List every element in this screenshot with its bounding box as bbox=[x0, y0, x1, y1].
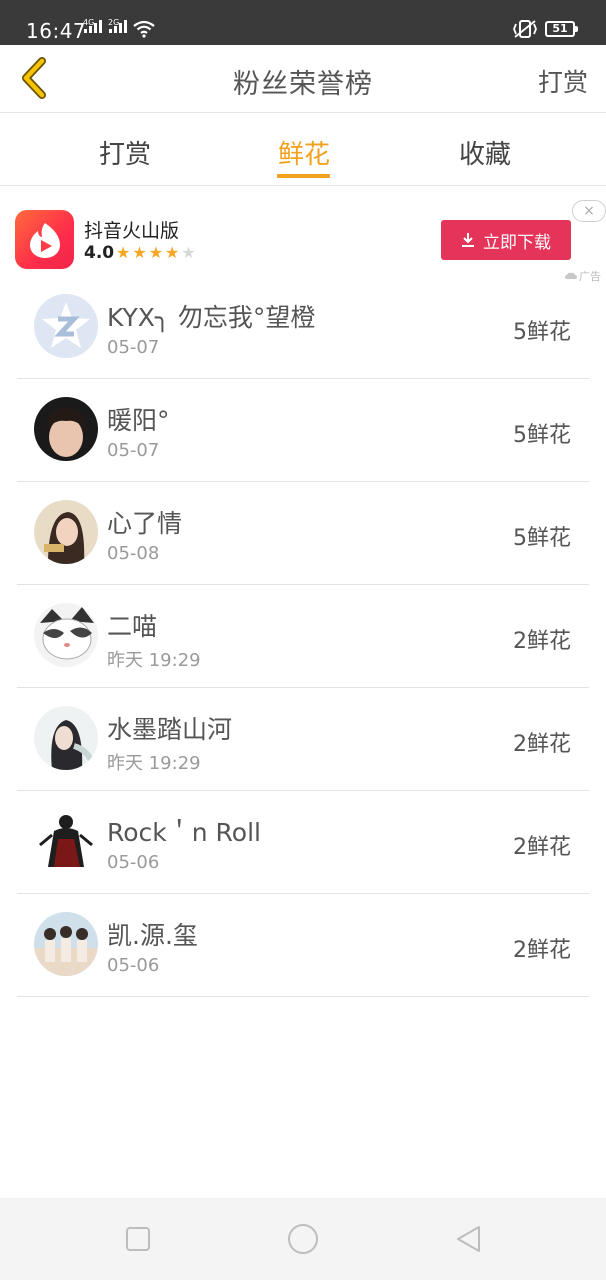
fan-name: 水墨踏山河 bbox=[107, 715, 233, 744]
ad-download-button[interactable]: 立即下载 bbox=[441, 220, 571, 260]
avatar bbox=[34, 809, 98, 873]
star-icon: ★ bbox=[132, 243, 149, 262]
active-tab-indicator bbox=[277, 174, 330, 178]
flower-count: 2鲜花 bbox=[513, 629, 571, 654]
ad-rating: 4.0 bbox=[84, 243, 115, 263]
avatar bbox=[34, 912, 98, 976]
list-item[interactable]: 暖阳° 05-07 5鲜花 bbox=[17, 379, 589, 482]
fan-name: 暖阳° bbox=[107, 406, 170, 435]
flower-count: 2鲜花 bbox=[513, 732, 571, 757]
home-button[interactable] bbox=[286, 1222, 320, 1256]
avatar bbox=[34, 603, 98, 667]
download-icon bbox=[462, 233, 474, 247]
system-nav-bar bbox=[0, 1198, 606, 1280]
fan-date: 05-06 bbox=[107, 852, 160, 873]
fan-name: 二喵 bbox=[107, 612, 158, 641]
flame-play-icon bbox=[29, 222, 60, 258]
fan-date: 昨天 19:29 bbox=[107, 650, 201, 671]
flower-count: 2鲜花 bbox=[513, 835, 571, 860]
ad-banner[interactable]: 抖音火山版 4.0 ★★★★★ 立即下载 × 广告 bbox=[0, 200, 606, 285]
tab-reward[interactable]: 打赏 bbox=[98, 134, 152, 171]
nav-back-button[interactable] bbox=[451, 1222, 485, 1256]
status-bar: 16:47 4G 2G 51 bbox=[0, 0, 606, 45]
circle-icon bbox=[288, 1224, 318, 1254]
square-icon bbox=[126, 1227, 150, 1251]
list-item[interactable]: 心了情 05-08 5鲜花 bbox=[17, 482, 589, 585]
list-item[interactable]: Rock＇n Roll 05-06 2鲜花 bbox=[17, 791, 589, 894]
avatar bbox=[34, 294, 98, 358]
tab-flowers[interactable]: 鲜花 bbox=[277, 134, 331, 171]
star-empty-icon: ★ bbox=[181, 243, 198, 262]
ad-stars: ★★★★★ bbox=[116, 243, 198, 262]
list-item[interactable]: 水墨踏山河 昨天 19:29 2鲜花 bbox=[17, 688, 589, 791]
title-bar: 粉丝荣誉榜 打赏 bbox=[0, 45, 606, 113]
fan-date: 05-06 bbox=[107, 955, 160, 976]
signal-label: 4G bbox=[83, 18, 95, 27]
flower-count: 5鲜花 bbox=[513, 320, 571, 345]
fan-name: 凯.源.玺 bbox=[107, 921, 198, 950]
flower-count: 5鲜花 bbox=[513, 423, 571, 448]
flower-count: 5鲜花 bbox=[513, 526, 571, 551]
ad-app-name: 抖音火山版 bbox=[84, 220, 180, 242]
ad-download-label: 立即下载 bbox=[483, 232, 551, 253]
recent-apps-button[interactable] bbox=[121, 1222, 155, 1256]
fan-date: 05-08 bbox=[107, 543, 160, 564]
signal-label-2: 2G bbox=[108, 18, 120, 27]
ad-close-button[interactable]: × bbox=[572, 200, 606, 222]
avatar bbox=[34, 706, 98, 770]
fan-date: 昨天 19:29 bbox=[107, 753, 201, 774]
avatar bbox=[34, 397, 98, 461]
list-item[interactable]: KYX╮ 勿忘我°望橙 05-07 5鲜花 bbox=[17, 276, 589, 379]
avatar bbox=[34, 500, 98, 564]
star-icon: ★ bbox=[165, 243, 182, 262]
triangle-back-icon bbox=[457, 1226, 480, 1252]
battery-icon: 51 bbox=[545, 21, 578, 37]
list-item[interactable]: 凯.源.玺 05-06 2鲜花 bbox=[17, 894, 589, 997]
star-icon: ★ bbox=[116, 243, 133, 262]
flower-count: 2鲜花 bbox=[513, 938, 571, 963]
fan-date: 05-07 bbox=[107, 337, 160, 358]
list-item[interactable]: 二喵 昨天 19:29 2鲜花 bbox=[17, 585, 589, 688]
tab-favorites[interactable]: 收藏 bbox=[458, 134, 512, 171]
status-time: 16:47 bbox=[26, 19, 87, 43]
star-icon: ★ bbox=[148, 243, 166, 262]
reward-link[interactable]: 打赏 bbox=[538, 63, 588, 99]
page-title: 粉丝荣誉榜 bbox=[233, 69, 373, 100]
signal-icon: 4G bbox=[83, 18, 102, 33]
vibrate-icon bbox=[513, 20, 537, 38]
fan-name: 心了情 bbox=[107, 509, 183, 538]
fan-name: Rock＇n Roll bbox=[107, 818, 261, 847]
fan-name: KYX╮ 勿忘我°望橙 bbox=[107, 303, 316, 332]
ad-app-icon bbox=[15, 210, 74, 269]
fan-date: 05-07 bbox=[107, 440, 160, 461]
wifi-icon bbox=[133, 20, 155, 38]
signal-icon-2: 2G bbox=[108, 18, 127, 33]
fan-list: KYX╮ 勿忘我°望橙 05-07 5鲜花 暖阳° 05-07 5鲜花 心了情 … bbox=[17, 276, 589, 997]
